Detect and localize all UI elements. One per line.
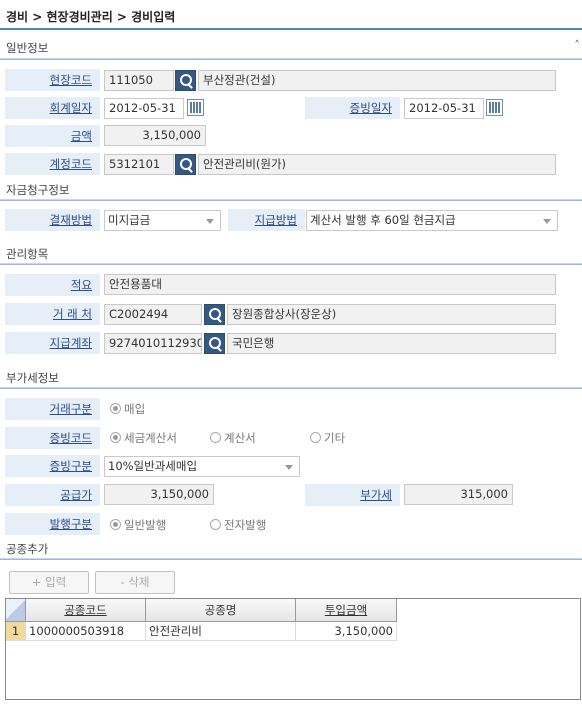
calendar-icon[interactable]: [187, 99, 204, 116]
section-divider: [0, 387, 582, 389]
vendor-search-icon[interactable]: [204, 304, 225, 325]
chevron-down-icon: [206, 219, 214, 224]
radio-circle: [210, 519, 221, 530]
bank-name-field: 국민은행: [227, 333, 556, 354]
radio-circle: [310, 432, 321, 443]
label-site-code: 현장코드: [5, 69, 100, 91]
site-code-input[interactable]: 111050: [104, 70, 174, 91]
label-evidence-date: 증빙일자: [305, 97, 400, 119]
vendor-code-input[interactable]: C2002494: [104, 304, 202, 325]
section-divider: [0, 263, 582, 265]
payment-method-select[interactable]: 계산서 발행 후 60일 현금지급: [306, 210, 558, 231]
account-code-input[interactable]: 5312101: [104, 154, 174, 175]
radio-electronic-issue[interactable]: 전자발행: [210, 517, 266, 533]
cell-name: 안전관리비: [146, 622, 296, 641]
label-supply-value: 공급가: [5, 484, 100, 506]
radio-tax-invoice[interactable]: 세금계산서: [110, 430, 177, 446]
accounting-date-input[interactable]: 2012-05-31: [104, 98, 184, 119]
grid-header-amount[interactable]: 투입금액: [296, 599, 397, 622]
radio-invoice[interactable]: 계산서: [210, 430, 256, 446]
label-payment-method: 지급방법: [228, 209, 305, 231]
section-work-title: 공종추가: [6, 542, 49, 556]
label-evidence-type: 증빙구분: [5, 455, 100, 477]
grid-corner[interactable]: [6, 599, 26, 622]
label-amount: 금액: [5, 125, 100, 147]
evidence-date-input[interactable]: 2012-05-31: [404, 98, 484, 119]
approval-method-select[interactable]: 미지급금: [104, 210, 221, 231]
collapse-handle[interactable]: ˄: [574, 38, 580, 52]
radio-circle: [110, 432, 121, 443]
radio-other[interactable]: 기타: [310, 430, 345, 446]
site-search-icon[interactable]: [175, 70, 196, 91]
section-general-title: 일반정보: [6, 41, 49, 55]
row-number: 1: [6, 622, 26, 641]
supply-value-field: 3,150,000: [104, 484, 214, 505]
amount-field: 3,150,000: [104, 125, 206, 146]
label-vendor: 거 래 처: [5, 303, 100, 325]
section-divider: [0, 558, 582, 560]
grid-header-code[interactable]: 공종코드: [26, 599, 146, 622]
radio-trade-purchase[interactable]: 매입: [110, 401, 145, 417]
section-management-title: 관리항목: [6, 247, 49, 261]
radio-normal-issue[interactable]: 일반발행: [110, 517, 166, 533]
work-grid: 공종코드 공종명 투입금액 1 1000000503918 안전관리비 3,15…: [5, 598, 581, 700]
account-no-input[interactable]: 92740101129301: [104, 333, 202, 354]
label-summary: 적요: [5, 274, 100, 296]
chevron-down-icon: [543, 219, 551, 224]
section-vat-title: 부가세정보: [6, 371, 59, 385]
section-divider: [0, 58, 582, 60]
label-payment-account: 지급계좌: [5, 332, 100, 354]
breadcrumb-underline: [0, 28, 582, 30]
section-funding-title: 자금청구정보: [6, 183, 70, 197]
chevron-down-icon: [285, 465, 293, 470]
account-search-icon[interactable]: [175, 154, 196, 175]
site-name-field: 부산정관(건설): [198, 70, 556, 91]
label-approval-method: 결재방법: [5, 209, 100, 231]
bank-search-icon[interactable]: [204, 333, 225, 354]
account-name-field: 안전관리비(원가): [198, 154, 556, 175]
radio-circle: [110, 519, 121, 530]
calendar-icon[interactable]: [486, 99, 503, 116]
cell-code: 1000000503918: [26, 622, 146, 641]
label-trade-type: 거래구분: [5, 398, 100, 420]
vat-field: 315,000: [404, 484, 513, 505]
evidence-type-select[interactable]: 10%일반과세매입: [104, 456, 300, 477]
label-evidence-code: 증빙코드: [5, 427, 100, 449]
section-divider: [0, 199, 582, 201]
vendor-name-field: 장원종합상사(장운상): [227, 304, 556, 325]
label-vat: 부가세: [305, 484, 400, 506]
summary-field: 안전용품대: [104, 274, 556, 295]
radio-circle: [110, 403, 121, 414]
label-accounting-date: 회계일자: [5, 97, 100, 119]
cell-amount: 3,150,000: [296, 622, 397, 641]
label-issue-type: 발행구분: [5, 513, 100, 535]
grid-header-name[interactable]: 공종명: [146, 599, 296, 622]
delete-row-button[interactable]: - 삭제: [95, 571, 175, 594]
add-row-button[interactable]: + 입력: [9, 571, 89, 594]
breadcrumb: 경비 > 현장경비관리 > 경비입력: [6, 10, 176, 24]
label-account-code: 계정코드: [5, 153, 100, 175]
radio-circle: [210, 432, 221, 443]
